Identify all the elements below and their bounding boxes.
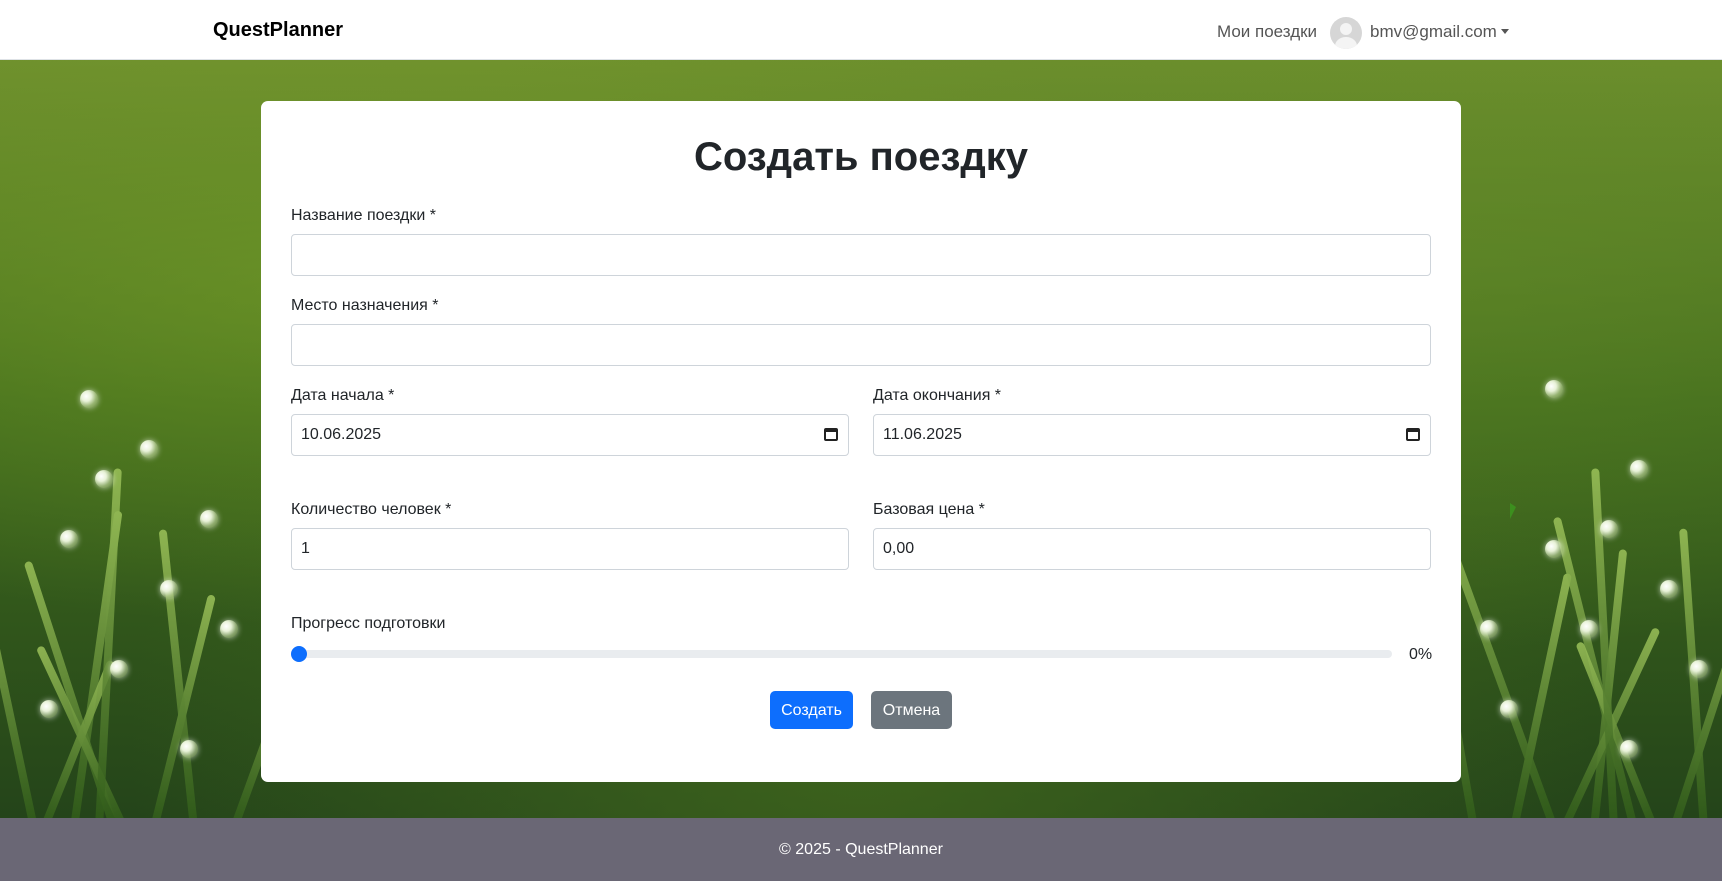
progress-slider[interactable]: [291, 646, 1392, 662]
end-date-label: Дата окончания *: [873, 387, 1002, 404]
dew-drop-decoration: [80, 390, 98, 408]
grass-blade-decoration: [0, 572, 38, 818]
mouse-cursor-icon: [1510, 503, 1516, 519]
dew-drop-decoration: [1580, 620, 1598, 638]
dew-drop-decoration: [1690, 660, 1708, 678]
progress-value-text: 0%: [1409, 646, 1433, 663]
footer: © 2025 - QuestPlanner: [0, 818, 1722, 881]
dew-drop-decoration: [1545, 380, 1563, 398]
avatar-head-shape: [1340, 23, 1352, 35]
trip-name-label: Название поездки *: [291, 207, 436, 224]
calendar-icon[interactable]: [1406, 428, 1420, 441]
chevron-down-icon: [1500, 29, 1509, 34]
navbar: QuestPlanner Мои поездки bmv@gmail.com: [0, 0, 1722, 60]
destination-input[interactable]: [291, 324, 1431, 366]
dew-drop-decoration: [180, 740, 198, 758]
dew-drop-decoration: [1630, 460, 1648, 478]
base-price-input[interactable]: 0,00: [873, 528, 1431, 570]
people-count-input[interactable]: 1: [291, 528, 849, 570]
nav-link-my-trips[interactable]: Мои поездки: [1217, 22, 1317, 42]
dew-drop-decoration: [1545, 540, 1563, 558]
dew-drop-decoration: [60, 530, 78, 548]
create-trip-card: Создать поездку Название поездки * Место…: [261, 101, 1461, 782]
grass-blade-decoration: [1575, 641, 1658, 818]
cancel-button[interactable]: Отмена: [871, 691, 952, 729]
calendar-icon[interactable]: [824, 428, 838, 441]
dew-drop-decoration: [160, 580, 178, 598]
destination-label: Место назначения *: [291, 297, 439, 314]
dew-drop-decoration: [1600, 520, 1618, 538]
dew-drop-decoration: [110, 660, 128, 678]
start-date-value: 10.06.2025: [301, 426, 382, 443]
dew-drop-decoration: [220, 620, 238, 638]
start-date-input[interactable]: 10.06.2025: [291, 414, 849, 456]
user-avatar-icon[interactable]: [1330, 17, 1362, 49]
avatar-body-shape: [1335, 37, 1357, 49]
user-menu-toggle[interactable]: bmv@gmail.com: [1370, 22, 1509, 42]
dew-drop-decoration: [95, 470, 113, 488]
base-price-label: Базовая цена *: [873, 501, 985, 518]
user-email: bmv@gmail.com: [1370, 22, 1497, 41]
dew-drop-decoration: [140, 440, 158, 458]
progress-label: Прогресс подготовки: [291, 615, 446, 632]
dew-drop-decoration: [1480, 620, 1498, 638]
brand-logo-link[interactable]: QuestPlanner: [213, 19, 343, 42]
dew-drop-decoration: [40, 700, 58, 718]
progress-slider-thumb[interactable]: [291, 646, 307, 662]
start-date-label: Дата начала *: [291, 387, 395, 404]
create-button[interactable]: Создать: [770, 691, 853, 729]
end-date-value: 11.06.2025: [883, 426, 962, 443]
dew-drop-decoration: [200, 510, 218, 528]
end-date-input[interactable]: 11.06.2025: [873, 414, 1431, 456]
dew-drop-decoration: [1500, 700, 1518, 718]
people-count-label: Количество человек *: [291, 501, 452, 518]
dew-drop-decoration: [1620, 740, 1638, 758]
trip-name-input[interactable]: [291, 234, 1431, 276]
dew-drop-decoration: [1660, 580, 1678, 598]
page-title: Создать поездку: [694, 135, 1028, 179]
